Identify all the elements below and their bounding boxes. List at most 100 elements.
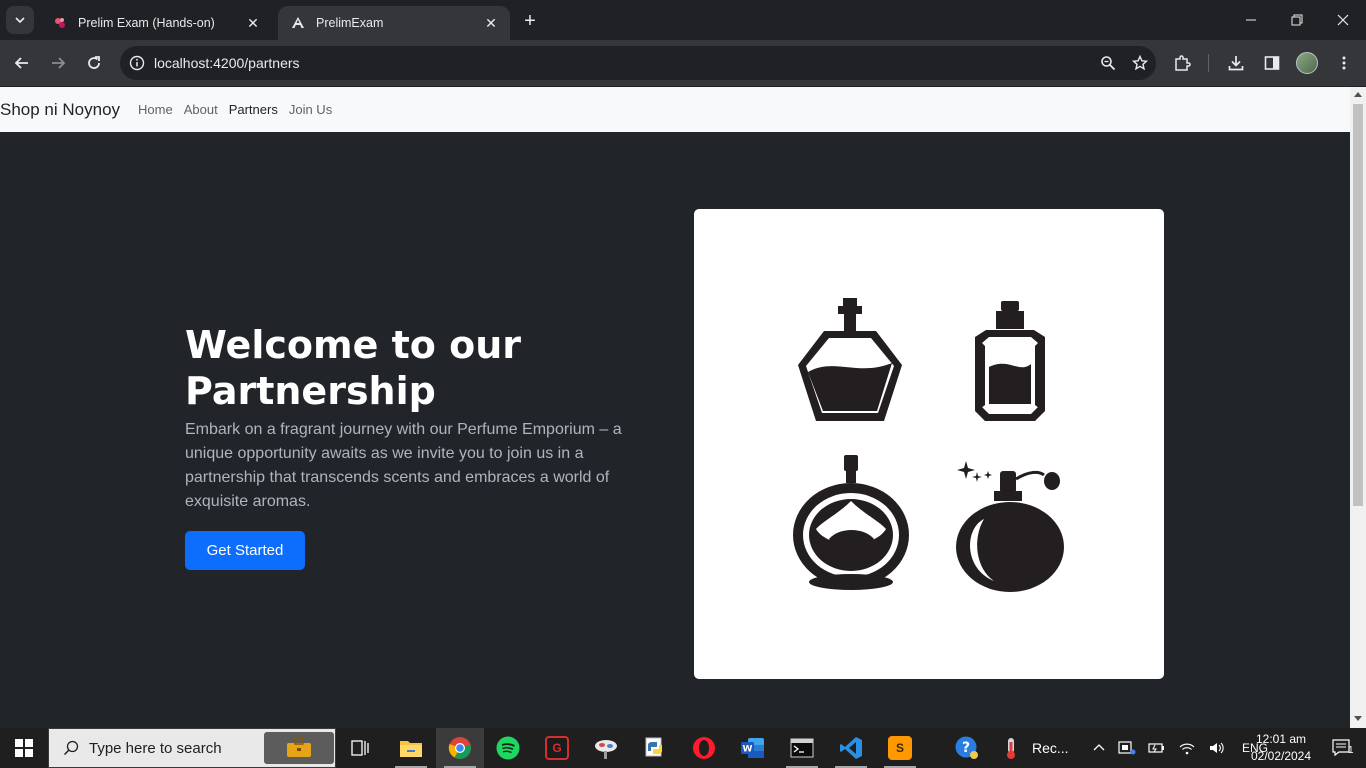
tab-title: PrelimExam (316, 16, 384, 30)
photo-app-button[interactable] (582, 728, 630, 768)
perfume-bottle-round-icon (793, 455, 909, 590)
svg-text:?: ? (962, 740, 970, 756)
browser-toolbar: localhost:4200/partners (0, 40, 1366, 86)
tab-search-button[interactable] (6, 6, 34, 34)
site-brand[interactable]: Shop ni Noynoy (0, 100, 120, 120)
url-text[interactable]: localhost:4200/partners (154, 55, 1092, 71)
nav-partners[interactable]: Partners (229, 102, 278, 117)
toolbar-divider (1208, 54, 1209, 72)
spotify-button[interactable] (484, 728, 532, 768)
task-view-button[interactable] (336, 728, 384, 768)
arrow-left-icon (14, 57, 28, 69)
address-bar[interactable]: localhost:4200/partners (120, 46, 1156, 80)
angular-icon (290, 15, 306, 31)
perfume-bottle-atomizer-icon (956, 461, 1064, 592)
windows-logo-icon (15, 739, 33, 757)
word-button[interactable]: W (729, 728, 777, 768)
photo-app-icon (595, 740, 617, 759)
arrow-right-icon (52, 57, 66, 69)
sublime-text-icon: S (888, 736, 912, 760)
tab-title: Prelim Exam (Hands-on) (78, 16, 215, 30)
recording-app-label: Rec... (1032, 740, 1069, 756)
terminal-button[interactable] (778, 728, 826, 768)
nav-join-us[interactable]: Join Us (289, 102, 332, 117)
bookmark-star-icon[interactable] (1124, 55, 1156, 71)
search-icon (63, 740, 79, 756)
minimize-icon (1246, 19, 1256, 21)
taskbar-search-box[interactable]: Type here to search (48, 728, 336, 768)
hero-image-card (694, 209, 1164, 679)
google-forms-icon (52, 15, 68, 31)
close-window-button[interactable] (1320, 0, 1366, 40)
tab-prelimexam[interactable]: PrelimExam ✕ (278, 6, 510, 40)
zoom-icon[interactable] (1092, 55, 1124, 71)
briefcase-icon (263, 732, 334, 764)
page-viewport: Shop ni Noynoy Home About Partners Join … (0, 87, 1366, 728)
word-icon: W (741, 738, 764, 758)
minimize-button[interactable] (1228, 0, 1274, 40)
clock-time: 12:01 am (1255, 732, 1307, 746)
opera-icon (693, 737, 715, 759)
clock-date: 02/02/2024 (1250, 749, 1312, 763)
nav-home[interactable]: Home (138, 102, 173, 117)
vscode-icon (840, 737, 862, 759)
chrome-icon (448, 737, 471, 759)
perfume-bottles-illustration (793, 298, 1064, 592)
side-panel-icon (1264, 56, 1280, 70)
close-icon[interactable]: ✕ (244, 14, 262, 32)
browser-tab-strip: Prelim Exam (Hands-on) ✕ PrelimExam ✕ + (0, 0, 1366, 40)
notifications-button[interactable]: 1 (1318, 728, 1366, 768)
system-tray: ENG (1090, 728, 1268, 768)
file-explorer-button[interactable] (387, 728, 435, 768)
close-icon[interactable]: ✕ (482, 14, 500, 32)
sublime-text-button[interactable]: S (876, 728, 924, 768)
back-button[interactable] (6, 47, 38, 79)
download-icon (1228, 56, 1244, 71)
browser-menu-button[interactable] (1328, 47, 1360, 79)
forward-button[interactable] (42, 47, 74, 79)
scroll-up-arrow-icon[interactable] (1354, 92, 1362, 97)
wifi-icon[interactable] (1178, 741, 1196, 755)
chrome-button[interactable] (436, 728, 484, 768)
python-icon (645, 737, 662, 757)
profile-avatar[interactable] (1296, 52, 1318, 74)
game-app-button[interactable]: G (533, 728, 581, 768)
perfume-bottle-hexagon-icon (798, 298, 902, 421)
extensions-button[interactable] (1166, 47, 1198, 79)
reload-button[interactable] (78, 47, 110, 79)
python-button[interactable] (631, 728, 679, 768)
task-view-icon (351, 740, 369, 756)
vscode-button[interactable] (827, 728, 875, 768)
system-clock[interactable]: 12:01 am 02/02/2024 (1246, 731, 1316, 765)
opera-button[interactable] (680, 728, 728, 768)
reload-icon (88, 56, 100, 69)
restore-button[interactable] (1274, 0, 1320, 40)
hero-section: Welcome to our Partnership Embark on a f… (0, 132, 1350, 728)
new-tab-button[interactable]: + (518, 9, 542, 33)
scrollbar-thumb[interactable] (1353, 104, 1363, 506)
start-button[interactable] (0, 728, 48, 768)
hero-text: Embark on a fragrant journey with our Pe… (185, 421, 622, 510)
search-placeholder: Type here to search (89, 739, 222, 757)
recording-app-button[interactable]: Rec... (992, 728, 1082, 768)
volume-icon[interactable] (1208, 741, 1226, 755)
chevron-up-icon[interactable] (1092, 741, 1106, 755)
file-explorer-icon (400, 741, 422, 757)
perfume-bottle-rectangle-icon (975, 301, 1045, 421)
help-button[interactable]: ? (943, 728, 991, 768)
scroll-down-arrow-icon[interactable] (1354, 716, 1362, 721)
side-panel-button[interactable] (1256, 47, 1288, 79)
spotify-icon (496, 736, 520, 760)
nav-about[interactable]: About (184, 102, 218, 117)
site-navbar: Shop ni Noynoy Home About Partners Join … (0, 87, 1350, 132)
page-scrollbar[interactable] (1350, 87, 1366, 728)
hero-title: Welcome to our Partnership (185, 323, 521, 413)
downloads-button[interactable] (1220, 47, 1252, 79)
get-started-button[interactable]: Get Started (185, 531, 305, 570)
terminal-icon (790, 738, 814, 758)
device-icon[interactable] (1118, 740, 1136, 756)
site-info-icon[interactable] (120, 55, 154, 71)
tab-prelim-exam-hands-on[interactable]: Prelim Exam (Hands-on) ✕ (40, 6, 272, 40)
battery-icon[interactable] (1148, 741, 1166, 755)
close-icon (1337, 14, 1349, 26)
